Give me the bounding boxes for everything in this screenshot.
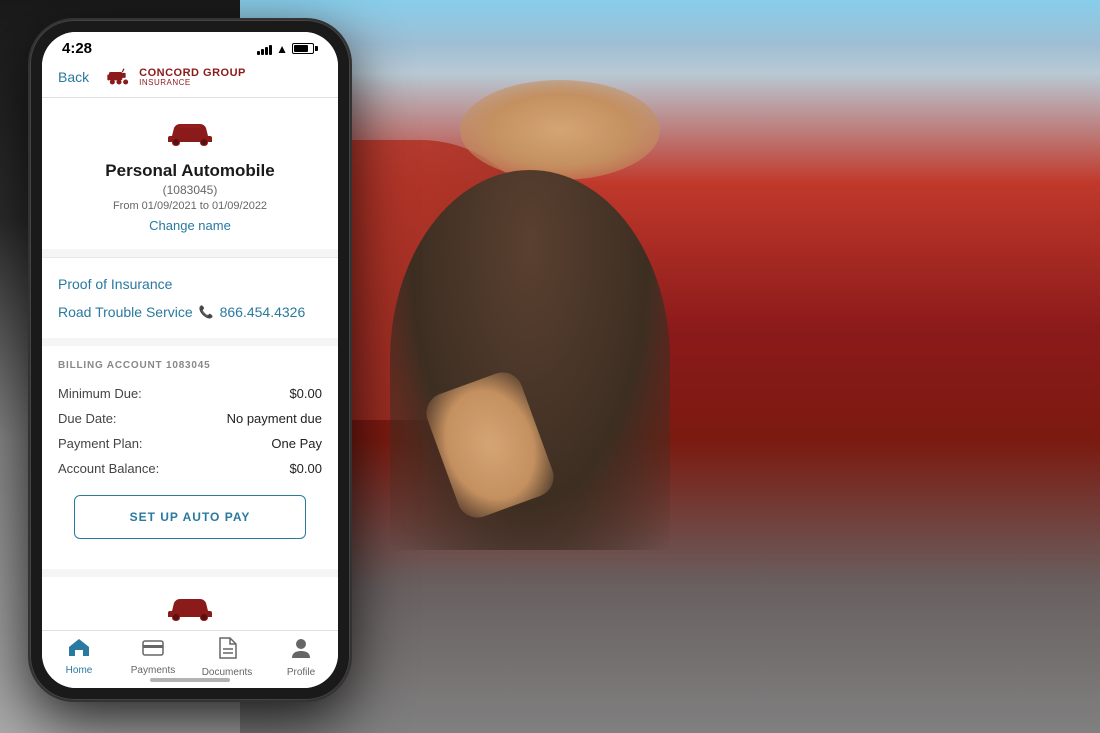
policy-dates: From 01/09/2021 to 01/09/2022 <box>58 200 322 212</box>
phone-icon: 📞 <box>199 305 214 319</box>
nav-profile[interactable]: Profile <box>264 637 338 678</box>
second-car-icon <box>164 593 216 623</box>
policy-title: Personal Automobile <box>58 161 322 181</box>
back-button[interactable]: Back <box>58 69 89 85</box>
links-section: Proof of Insurance Road Trouble Service … <box>42 257 338 338</box>
account-balance-value: $0.00 <box>289 461 322 476</box>
battery-icon <box>292 43 318 54</box>
billing-row-payment-plan: Payment Plan: One Pay <box>58 431 322 456</box>
nav-payments[interactable]: Payments <box>116 637 190 678</box>
billing-row-due-date: Due Date: No payment due <box>58 406 322 431</box>
payments-label: Payments <box>131 665 175 676</box>
main-content: Personal Automobile (1083045) From 01/09… <box>42 98 338 664</box>
road-trouble-label: Road Trouble Service <box>58 304 193 320</box>
billing-section: BILLING ACCOUNT 1083045 Minimum Due: $0.… <box>42 346 338 569</box>
setup-autopay-button[interactable]: SET UP AUTO PAY <box>74 495 306 539</box>
signal-icon <box>257 43 272 55</box>
account-balance-label: Account Balance: <box>58 461 159 476</box>
nav-documents[interactable]: Documents <box>190 637 264 678</box>
payments-icon <box>142 637 164 663</box>
logo-icon <box>105 67 133 87</box>
status-icons: ▲ <box>257 42 318 56</box>
wifi-icon: ▲ <box>276 42 288 56</box>
proof-of-insurance-link[interactable]: Proof of Insurance <box>58 270 322 298</box>
road-trouble-link[interactable]: Road Trouble Service 📞 866.454.4326 <box>58 298 322 326</box>
phone-device: 4:28 ▲ <box>30 20 350 700</box>
due-date-label: Due Date: <box>58 411 117 426</box>
phone-frame: 4:28 ▲ <box>30 20 350 700</box>
documents-label: Documents <box>202 667 253 678</box>
road-trouble-phone: 866.454.4326 <box>220 304 306 320</box>
nav-home[interactable]: Home <box>42 637 116 678</box>
proof-of-insurance-label: Proof of Insurance <box>58 276 172 292</box>
minimum-due-label: Minimum Due: <box>58 386 142 401</box>
billing-row-minimum-due: Minimum Due: $0.00 <box>58 381 322 406</box>
home-indicator <box>150 678 230 682</box>
car-icon <box>164 118 216 148</box>
documents-icon <box>217 637 237 665</box>
car-icon-area <box>58 118 322 153</box>
phone-screen: 4:28 ▲ <box>42 32 338 688</box>
minimum-due-value: $0.00 <box>289 386 322 401</box>
logo-sub: INSURANCE <box>139 79 246 87</box>
logo-name: CONCORD GROUP <box>139 68 246 79</box>
policy-number: (1083045) <box>58 183 322 197</box>
app-header: Back CONCORD GROUP INSURANCE <box>42 61 338 98</box>
status-time: 4:28 <box>62 40 92 57</box>
payment-plan-value: One Pay <box>271 436 322 451</box>
payment-plan-label: Payment Plan: <box>58 436 143 451</box>
profile-label: Profile <box>287 667 315 678</box>
change-name-link[interactable]: Change name <box>58 218 322 233</box>
status-bar: 4:28 ▲ <box>42 32 338 61</box>
profile-icon <box>291 637 311 665</box>
policy-section: Personal Automobile (1083045) From 01/09… <box>42 98 338 249</box>
billing-title: BILLING ACCOUNT 1083045 <box>58 360 322 371</box>
home-icon <box>68 637 90 663</box>
home-label: Home <box>66 665 93 676</box>
due-date-value: No payment due <box>227 411 322 426</box>
logo-text: CONCORD GROUP INSURANCE <box>139 68 246 87</box>
billing-row-account-balance: Account Balance: $0.00 <box>58 456 322 481</box>
logo: CONCORD GROUP INSURANCE <box>105 67 246 87</box>
bg-main <box>240 0 1100 733</box>
